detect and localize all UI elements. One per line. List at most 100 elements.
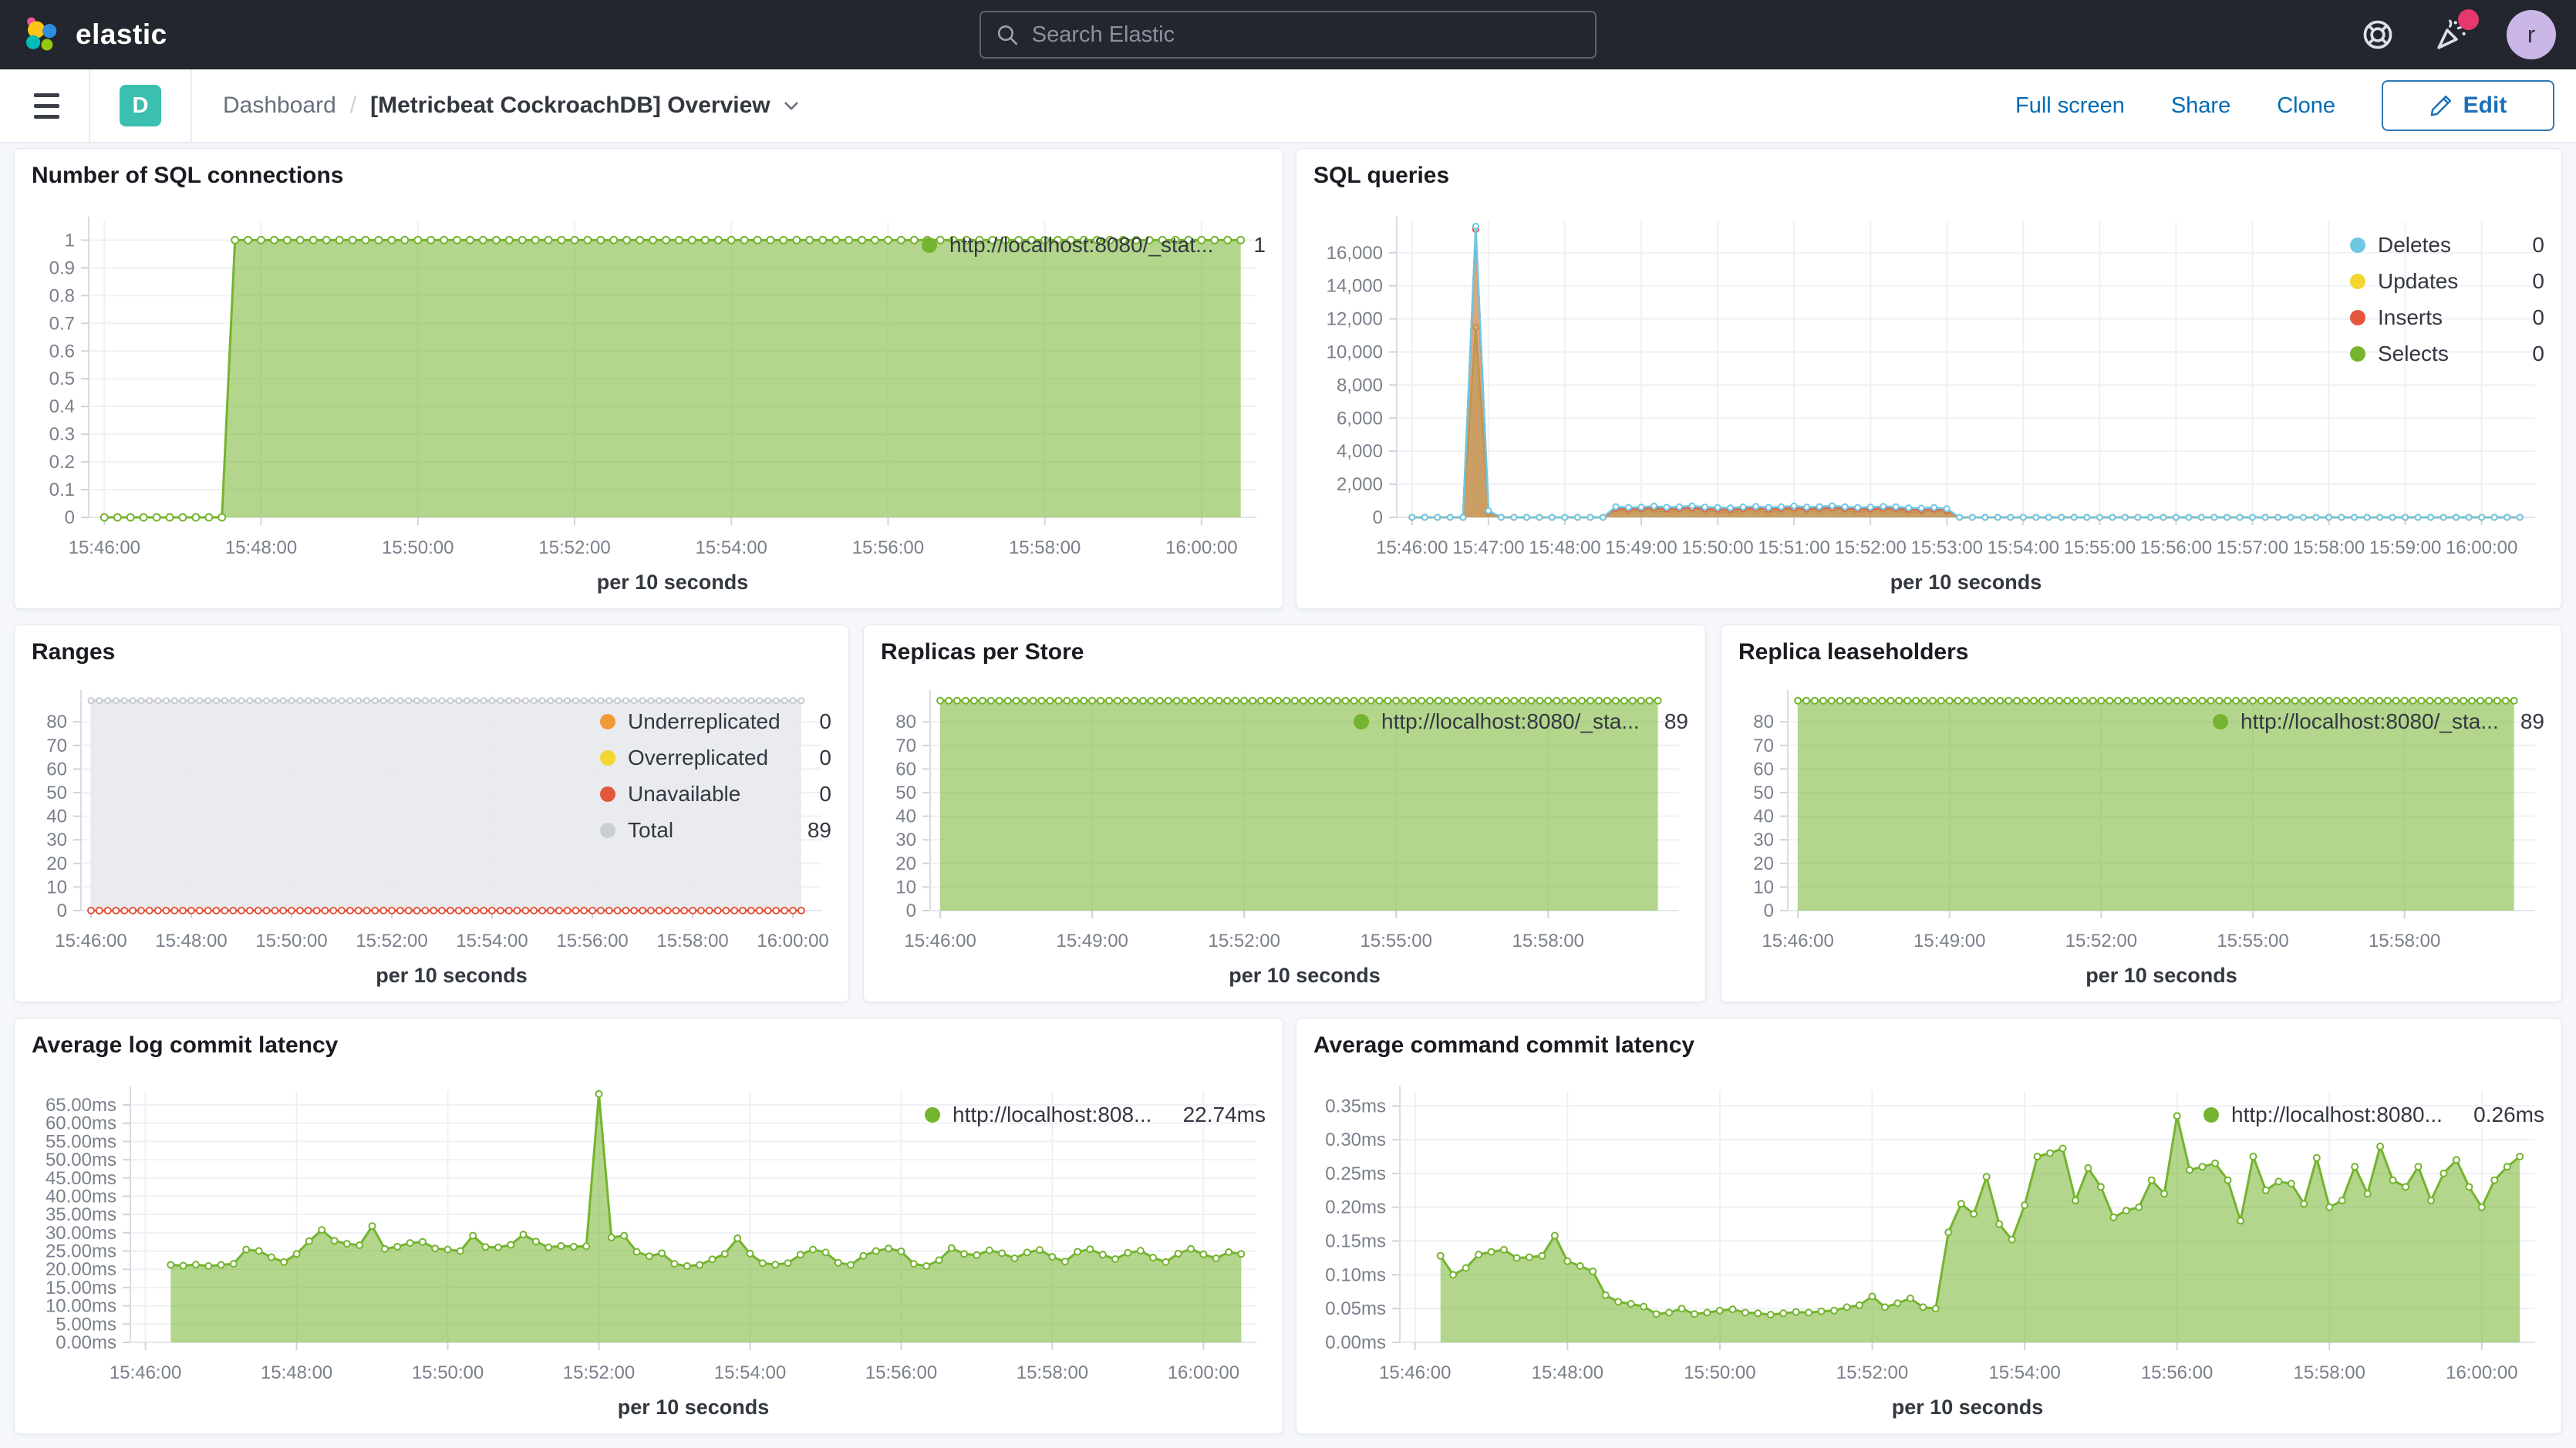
svg-text:6,000: 6,000 [1337,408,1383,429]
svg-text:0: 0 [1764,901,1774,921]
x-axis: 15:46:0015:47:0015:48:0015:49:0015:50:00… [1376,517,2517,558]
sql-connections-chart[interactable]: 15:46:0015:48:0015:50:0015:52:0015:54:00… [32,198,922,594]
legend-item[interactable]: Total 89 [600,819,831,842]
legend-label: Overreplicated [628,746,768,769]
replica-leaseholders-chart[interactable]: 15:46:0015:49:0015:52:0015:55:0015:58:00… [1738,675,2213,988]
elastic-logo-icon [20,15,60,55]
y-axis: 0.00ms5.00ms10.00ms15.00ms20.00ms25.00ms… [46,1086,130,1353]
search-input[interactable] [1030,22,1581,49]
legend-item[interactable]: Inserts0 [2350,306,2544,329]
kibana-dashboard-app: elastic [0,0,2576,1448]
legend-item[interactable]: Unavailable0 [600,783,831,806]
svg-text:35.00ms: 35.00ms [46,1204,116,1225]
svg-text:15:54:00: 15:54:00 [714,1362,786,1383]
svg-text:2,000: 2,000 [1337,474,1383,495]
log-commit-latency-chart[interactable]: 15:46:0015:48:0015:50:0015:52:0015:54:00… [32,1068,925,1419]
svg-text:80: 80 [46,712,67,732]
svg-text:15:54:00: 15:54:00 [456,931,528,951]
legend-item[interactable]: Updates0 [2350,270,2544,293]
command-commit-latency-chart[interactable]: 15:46:0015:48:0015:50:0015:52:0015:54:00… [1313,1068,2203,1419]
svg-text:15:48:00: 15:48:00 [1532,1362,1603,1383]
svg-text:0: 0 [906,901,916,921]
chart-legend: Underreplicated0Overreplicated0Unavailab… [600,675,831,988]
menu-button[interactable] [34,93,59,119]
share-button[interactable]: Share [2171,93,2230,119]
legend-item[interactable]: http://localhost:8080/_stat...1 [922,234,1266,257]
legend-value: 22.74ms [1183,1103,1266,1126]
legend-value: 89 [808,819,831,842]
y-axis: 01020304050607080 [1753,690,1788,921]
legend-item[interactable]: Deletes0 [2350,234,2544,257]
legend-dot [2350,274,2365,289]
x-axis-label: per 10 seconds [376,964,528,987]
lifebuoy-icon [2360,17,2396,52]
legend-item[interactable]: http://localhost:8080/_sta...89 [2213,710,2544,733]
svg-text:0: 0 [57,901,67,921]
panel-title: Average command commit latency [1313,1032,2544,1068]
legend-value: 0.26ms [2473,1103,2544,1126]
svg-text:0.00ms: 0.00ms [56,1332,116,1353]
legend-item[interactable]: http://localhost:8080/_sta...89 [1354,710,1688,733]
svg-text:30.00ms: 30.00ms [46,1223,116,1244]
svg-text:15:49:00: 15:49:00 [1605,537,1677,558]
chart-legend: http://localhost:8080/_sta...89 [1354,675,1688,988]
panel-title: Average log commit latency [32,1032,1266,1068]
dashboard-toolbar: D Dashboard / [Metricbeat CockroachDB] O… [0,69,2576,143]
news-button[interactable] [2433,15,2471,54]
svg-text:15:47:00: 15:47:00 [1452,537,1524,558]
svg-text:70: 70 [1753,736,1774,756]
help-button[interactable] [2359,15,2397,54]
full-screen-button[interactable]: Full screen [2015,93,2125,119]
svg-text:15:46:00: 15:46:00 [1376,537,1448,558]
legend-value: 0 [819,746,831,769]
svg-text:15:48:00: 15:48:00 [261,1362,332,1383]
svg-text:30: 30 [46,830,67,850]
user-avatar[interactable]: r [2507,10,2556,59]
edit-button[interactable]: Edit [2382,80,2554,131]
svg-text:60: 60 [46,759,67,780]
svg-text:0.9: 0.9 [49,258,75,278]
legend-item[interactable]: Overreplicated 0 [600,746,831,769]
legend-value: 0 [819,783,831,806]
svg-text:60: 60 [895,759,916,780]
svg-text:0.1: 0.1 [49,480,75,500]
legend-item[interactable]: Underreplicated0 [600,710,831,733]
page-title: [Metricbeat CockroachDB] Overview [370,93,770,119]
chart-legend: Deletes0 Updates0 Inserts0 Selects0 [2350,198,2544,594]
x-axis-label: per 10 seconds [618,1396,770,1419]
panel-average-command-commit-latency: Average command commit latency 15:46:001… [1296,1018,2562,1434]
global-search[interactable] [979,11,1597,59]
legend-dot [2350,237,2365,253]
svg-text:15:52:00: 15:52:00 [1834,537,1906,558]
svg-text:40: 40 [46,807,67,827]
ranges-chart[interactable]: 15:46:0015:48:0015:50:0015:52:0015:54:00… [32,675,600,988]
legend-dot [600,823,615,838]
dashboard-title-menu[interactable]: [Metricbeat CockroachDB] Overview [370,93,801,119]
legend-item[interactable]: http://localhost:8080...0.26ms [2203,1103,2544,1126]
svg-text:0.05ms: 0.05ms [1325,1298,1386,1319]
replicas-per-store-chart[interactable]: 15:46:0015:49:0015:52:0015:55:0015:58:00… [881,675,1354,988]
legend-dot [1354,714,1369,729]
chevron-down-icon [781,96,801,116]
svg-text:16,000: 16,000 [1327,243,1383,264]
panel-title: Ranges [32,639,831,675]
panel-replicas-per-store: Replicas per Store 15:46:0015:49:0015:52… [863,625,1706,1002]
svg-text:0.25ms: 0.25ms [1325,1163,1386,1184]
sql-queries-chart[interactable]: 15:46:0015:47:0015:48:0015:49:0015:50:00… [1313,198,2350,594]
legend-label: Total [628,819,673,842]
svg-text:50: 50 [46,783,67,803]
clone-button[interactable]: Clone [2277,93,2335,119]
y-axis: 01020304050607080 [46,690,81,921]
legend-item[interactable]: http://localhost:808...22.74ms [925,1103,1266,1126]
elastic-brand[interactable]: elastic [20,15,167,55]
svg-text:40: 40 [895,807,916,827]
svg-text:70: 70 [895,736,916,756]
svg-text:50.00ms: 50.00ms [46,1150,116,1170]
breadcrumb-dashboard-link[interactable]: Dashboard [223,93,336,119]
svg-text:0.30ms: 0.30ms [1325,1130,1386,1150]
legend-label: Updates [2378,270,2458,293]
legend-label: Underreplicated [628,710,781,733]
legend-item[interactable]: Selects0 [2350,342,2544,365]
x-axis-label: per 10 seconds [1890,571,2042,594]
svg-text:30: 30 [895,830,916,850]
